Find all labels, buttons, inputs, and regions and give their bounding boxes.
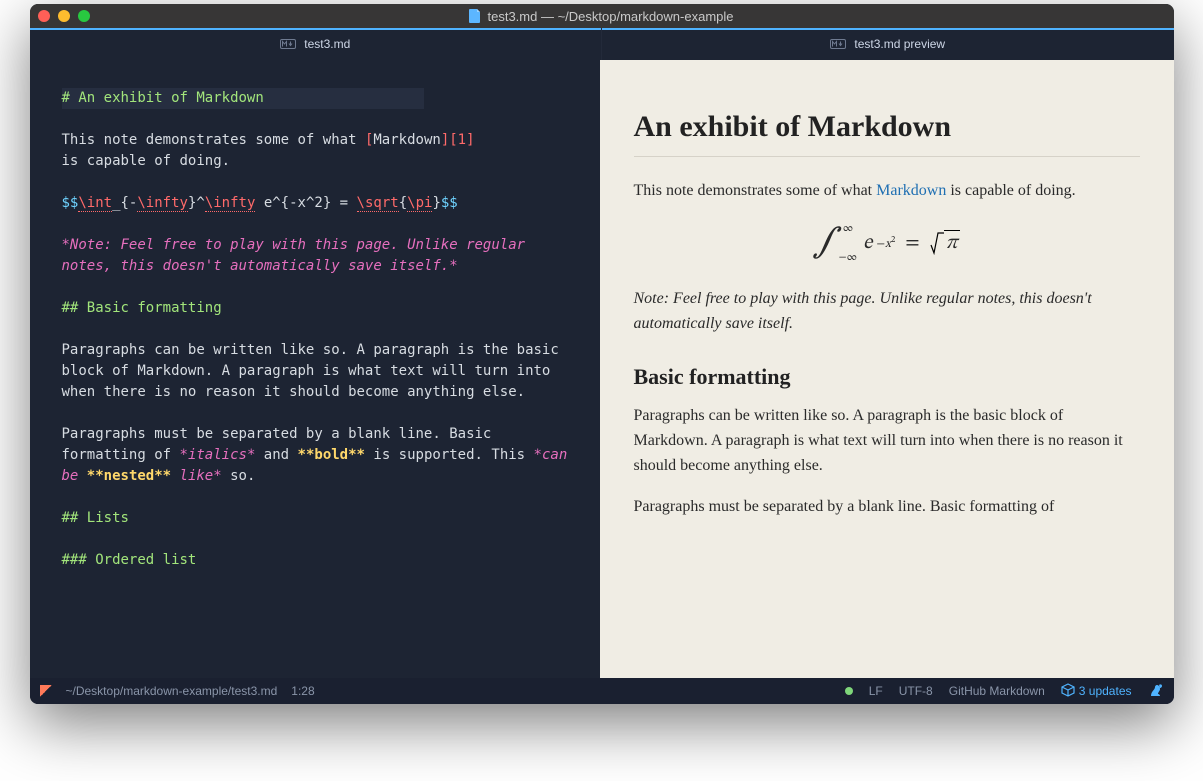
markdown-icon [280,39,296,49]
preview-paragraph: This note demonstrates some of what Mark… [634,179,1140,204]
status-eol[interactable]: LF [869,684,883,698]
preview-paragraph: Paragraphs can be written like so. A par… [634,404,1140,478]
preview-h1: An exhibit of Markdown [634,110,1140,157]
math-display: ∫ ∞−∞ e−x2 = π [634,222,1140,265]
status-bar: ~/Desktop/markdown-example/test3.md 1:28… [30,678,1174,704]
tab-source-label: test3.md [304,37,350,51]
tab-preview[interactable]: test3.md preview [602,28,1174,60]
editor-line: # An exhibit of Markdown [62,88,424,109]
traffic-lights [38,10,90,22]
file-icon [469,9,481,23]
tab-preview-label: test3.md preview [854,37,945,51]
editor-line: ### Ordered list [62,552,197,568]
editor-line: ## Lists [62,510,129,526]
preview-h2: Basic formatting [634,364,1140,390]
window-title: test3.md — ~/Desktop/markdown-example [30,9,1174,24]
markdown-link[interactable]: Markdown [876,182,946,199]
markdown-icon [830,39,846,49]
status-updates[interactable]: 3 updates [1061,683,1132,700]
editor-line: Paragraphs can be written like so. A par… [62,342,568,400]
source-editor[interactable]: # An exhibit of Markdown This note demon… [30,60,600,678]
status-git-icon[interactable] [845,687,853,695]
preview-paragraph: Note: Feel free to play with this page. … [634,287,1140,337]
status-path[interactable]: ~/Desktop/markdown-example/test3.md [66,684,278,698]
tab-source[interactable]: test3.md [30,28,603,60]
zoom-window-button[interactable] [78,10,90,22]
squirrel-icon[interactable] [1148,682,1164,701]
status-grammar[interactable]: GitHub Markdown [949,684,1045,698]
editor-line: $$\int_{-\infty}^\infty e^{-x^2} = \sqrt… [62,195,458,212]
window-title-text: test3.md — ~/Desktop/markdown-example [487,9,733,24]
split-pane: # An exhibit of Markdown This note demon… [30,60,1174,678]
markdown-preview[interactable]: An exhibit of Markdown This note demonst… [600,60,1174,678]
editor-line: *Note: Feel free to play with this page.… [62,237,534,274]
editor-line: ## Basic formatting [62,300,222,316]
status-cursor[interactable]: 1:28 [291,684,314,698]
status-encoding[interactable]: UTF-8 [899,684,933,698]
tab-bar: test3.md test3.md preview [30,28,1174,60]
editor-line: Paragraphs must be separated by a blank … [62,426,576,484]
status-modified-icon[interactable] [40,685,52,697]
minimize-window-button[interactable] [58,10,70,22]
preview-paragraph: Paragraphs must be separated by a blank … [634,495,1140,520]
editor-line: This note demonstrates some of what [Mar… [62,132,475,169]
titlebar[interactable]: test3.md — ~/Desktop/markdown-example [30,4,1174,28]
package-icon [1061,683,1075,700]
close-window-button[interactable] [38,10,50,22]
editor-window: test3.md — ~/Desktop/markdown-example te… [30,4,1174,704]
